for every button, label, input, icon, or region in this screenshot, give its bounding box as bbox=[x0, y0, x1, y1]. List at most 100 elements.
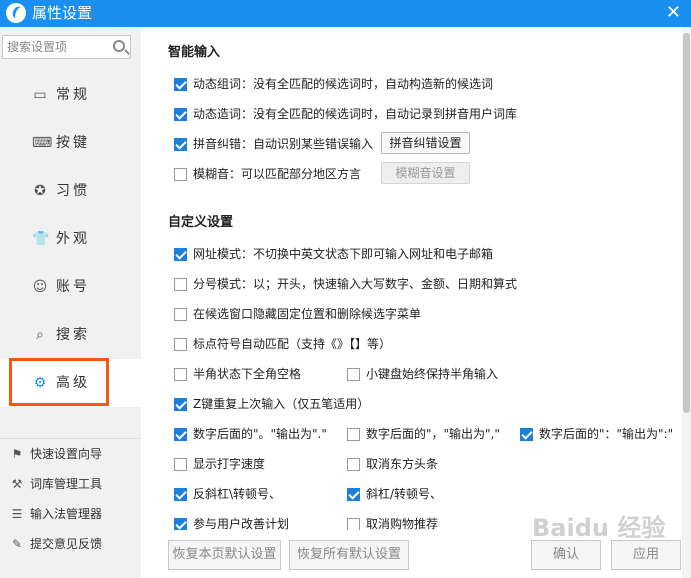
checkbox[interactable] bbox=[174, 308, 187, 321]
keyboard-icon: ⌨ bbox=[32, 135, 53, 151]
monitor-icon: ▭ bbox=[33, 87, 47, 103]
checkbox[interactable] bbox=[174, 248, 187, 261]
option-label: 数字后面的"："输出为":" bbox=[539, 427, 674, 441]
settings-search bbox=[2, 35, 131, 59]
nav-item-label: 搜索 bbox=[56, 327, 90, 343]
tool-quick-setup[interactable]: ⚑ 快速设置向导 bbox=[0, 439, 141, 469]
checkbox[interactable] bbox=[347, 458, 360, 471]
nav-item-keys[interactable]: ⌨ 按键 bbox=[0, 119, 141, 167]
checkbox[interactable] bbox=[174, 398, 187, 411]
option-z-repeat[interactable]: Z键重复上次输入（仅五笔适用） bbox=[174, 395, 369, 413]
section-title-smart-input: 智能输入 bbox=[168, 45, 221, 60]
option-label: 动态组词：没有全匹配的候选词时，自动构造新的候选词 bbox=[193, 77, 494, 91]
option-label: Z键重复上次输入（仅五笔适用） bbox=[193, 397, 370, 411]
checkbox[interactable] bbox=[174, 168, 187, 181]
flag-icon: ⚑ bbox=[11, 447, 23, 461]
option-slash-comma[interactable]: 斜杠/转顿号、 bbox=[347, 485, 442, 503]
option-dynamic-word[interactable]: 动态造词：没有全匹配的候选词时，自动记录到拼音用户词库 bbox=[174, 105, 517, 123]
option-label: 显示打字速度 bbox=[193, 457, 266, 471]
option-label: 在候选窗口隐藏固定位置和删除候选字菜单 bbox=[193, 307, 422, 321]
option-number-period[interactable]: 数字后面的"。"输出为"." bbox=[174, 425, 327, 443]
footer-bar: 恢复本页默认设置 恢复所有默认设置 确认 应用 bbox=[141, 530, 682, 578]
tool-ime-manager[interactable]: ☰ 输入法管理器 bbox=[0, 499, 141, 529]
option-label: 反斜杠\转顿号、 bbox=[193, 487, 282, 501]
scrollbar[interactable] bbox=[682, 27, 691, 578]
option-label: 数字后面的"，"输出为"," bbox=[366, 427, 500, 441]
option-fuzzy-sound[interactable]: 模糊音：可以匹配部分地区方言 bbox=[174, 165, 361, 183]
checkbox[interactable] bbox=[174, 428, 187, 441]
checkbox[interactable] bbox=[347, 368, 360, 381]
option-backslash-comma[interactable]: 反斜杠\转顿号、 bbox=[174, 485, 281, 503]
list-icon: ☰ bbox=[11, 507, 23, 521]
nav-item-advanced[interactable]: ⚙ 高级 bbox=[0, 359, 141, 407]
option-label: 斜杠/转顿号、 bbox=[366, 487, 443, 501]
ok-button[interactable]: 确认 bbox=[531, 540, 601, 570]
checkbox[interactable] bbox=[174, 138, 187, 151]
checkbox[interactable] bbox=[174, 108, 187, 121]
option-label: 分号模式：以；开头，快速输入大写数字、金额、日期和算式 bbox=[193, 277, 518, 291]
nav-item-search[interactable]: ⌕ 搜索 bbox=[0, 311, 141, 359]
gear-icon: ⚙ bbox=[33, 375, 47, 391]
option-punctuation-match[interactable]: 标点符号自动匹配（支持《》【】等） bbox=[174, 335, 391, 353]
tools-icon: ⚒ bbox=[11, 477, 23, 491]
nav-item-habits[interactable]: ✪ 习惯 bbox=[0, 167, 141, 215]
option-fullwidth-space[interactable]: 半角状态下全角空格 bbox=[174, 365, 301, 383]
option-dynamic-phrase[interactable]: 动态组词：没有全匹配的候选词时，自动构造新的候选词 bbox=[174, 75, 493, 93]
search-icon[interactable] bbox=[113, 40, 125, 52]
option-label: 数字后面的"。"输出为"." bbox=[193, 427, 327, 441]
option-cancel-headlines[interactable]: 取消东方头条 bbox=[347, 455, 438, 473]
option-semicolon-mode[interactable]: 分号模式：以；开头，快速输入大写数字、金额、日期和算式 bbox=[174, 275, 517, 293]
checkbox[interactable] bbox=[347, 488, 360, 501]
checkbox[interactable] bbox=[174, 458, 187, 471]
checkbox[interactable] bbox=[174, 278, 187, 291]
user-icon: ☺ bbox=[32, 279, 48, 295]
option-url-mode[interactable]: 网址模式：不切换中英文状态下即可输入网址和电子邮箱 bbox=[174, 245, 493, 263]
section-title-custom: 自定义设置 bbox=[168, 215, 234, 230]
option-label: 取消东方头条 bbox=[366, 457, 439, 471]
option-label: 参与用户改善计划 bbox=[193, 517, 290, 531]
nav-item-label: 外观 bbox=[56, 231, 90, 247]
tool-dictionary-manager[interactable]: ⚒ 词库管理工具 bbox=[0, 469, 141, 499]
option-label: 半角状态下全角空格 bbox=[193, 367, 302, 381]
option-label: 拼音纠错：自动识别某些错误输入 bbox=[193, 137, 374, 151]
checkbox[interactable] bbox=[520, 428, 533, 441]
nav-item-label: 账号 bbox=[56, 279, 90, 295]
option-label: 网址模式：不切换中英文状态下即可输入网址和电子邮箱 bbox=[193, 247, 494, 261]
option-label: 模糊音：可以匹配部分地区方言 bbox=[193, 167, 362, 181]
tool-feedback[interactable]: ✎ 提交意见反馈 bbox=[0, 529, 141, 559]
option-label: 取消购物推荐 bbox=[366, 517, 439, 531]
option-typing-speed[interactable]: 显示打字速度 bbox=[174, 455, 265, 473]
tool-label: 快速设置向导 bbox=[30, 447, 103, 461]
option-number-comma[interactable]: 数字后面的"，"输出为"," bbox=[347, 425, 500, 443]
checkbox[interactable] bbox=[174, 78, 187, 91]
checkbox[interactable] bbox=[347, 428, 360, 441]
pinyin-correction-settings-button[interactable]: 拼音纠错设置 bbox=[381, 132, 470, 154]
option-label: 小键盘始终保持半角输入 bbox=[366, 367, 499, 381]
apply-button[interactable]: 应用 bbox=[611, 540, 681, 570]
checkbox[interactable] bbox=[174, 488, 187, 501]
option-number-colon[interactable]: 数字后面的"："输出为":" bbox=[520, 425, 673, 443]
window-title: 属性设置 bbox=[32, 4, 93, 22]
nav-item-appearance[interactable]: 👕 外观 bbox=[0, 215, 141, 263]
restore-page-defaults-button[interactable]: 恢复本页默认设置 bbox=[168, 540, 281, 570]
checkbox[interactable] bbox=[174, 338, 187, 351]
option-pinyin-correction[interactable]: 拼音纠错：自动识别某些错误输入 bbox=[174, 135, 373, 153]
nav-item-account[interactable]: ☺ 账号 bbox=[0, 263, 141, 311]
nav-item-label: 按键 bbox=[56, 135, 90, 151]
tool-label: 输入法管理器 bbox=[30, 507, 103, 521]
scrollbar-thumb[interactable] bbox=[683, 33, 690, 413]
shirt-icon: 👕 bbox=[32, 231, 50, 247]
restore-all-defaults-button[interactable]: 恢复所有默认设置 bbox=[289, 540, 409, 570]
option-hide-candidate-menu[interactable]: 在候选窗口隐藏固定位置和删除候选字菜单 bbox=[174, 305, 421, 323]
nav-item-general[interactable]: ▭ 常规 bbox=[0, 71, 141, 119]
close-button[interactable]: ✕ bbox=[666, 2, 681, 24]
checkbox[interactable] bbox=[174, 368, 187, 381]
option-label: 标点符号自动匹配（支持《》【】等） bbox=[193, 337, 392, 351]
star-icon: ✪ bbox=[34, 183, 46, 199]
search-input[interactable] bbox=[3, 36, 103, 58]
option-numpad-halfwidth[interactable]: 小键盘始终保持半角输入 bbox=[347, 365, 498, 383]
fuzzy-sound-settings-button[interactable]: 模糊音设置 bbox=[381, 162, 470, 184]
feedback-icon: ✎ bbox=[11, 537, 23, 551]
settings-panel: 智能输入 动态组词：没有全匹配的候选词时，自动构造新的候选词 动态造词：没有全匹… bbox=[141, 27, 682, 578]
nav-item-label: 习惯 bbox=[56, 183, 90, 199]
